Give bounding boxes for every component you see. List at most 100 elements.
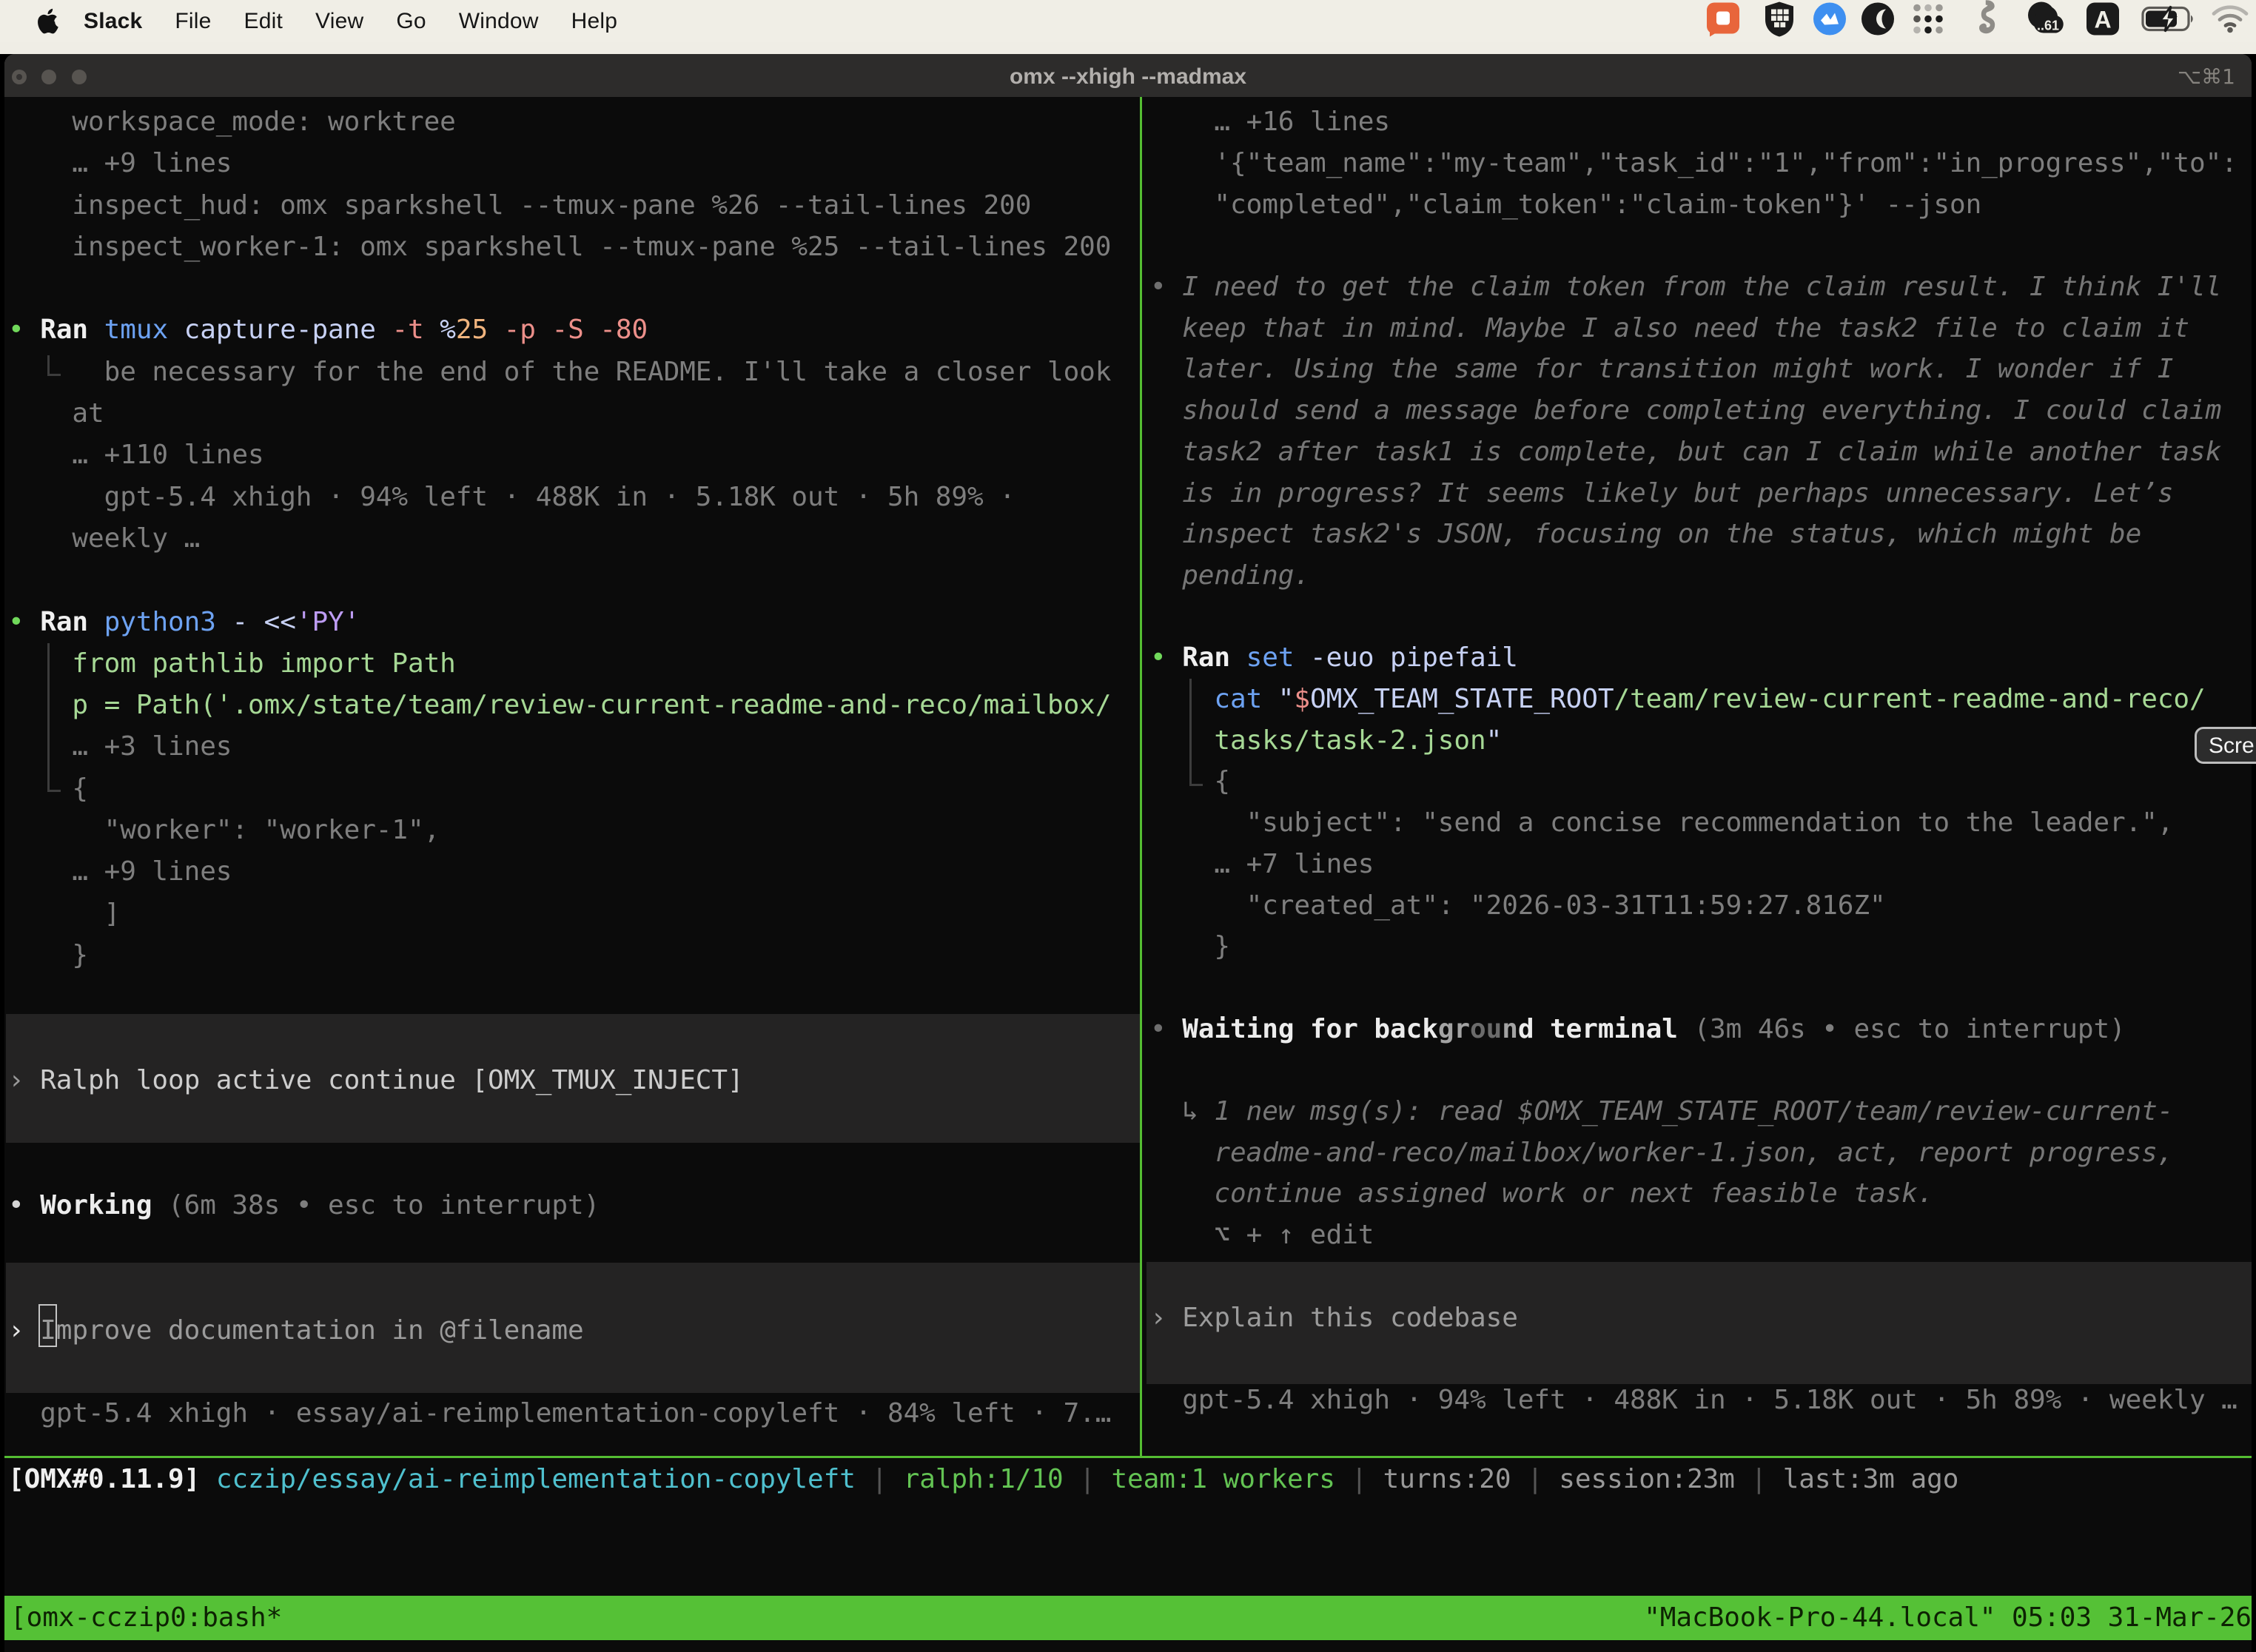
window-titlebar[interactable]: omx --xhigh --madmax ⌥⌘1 — [4, 54, 2252, 97]
terminal-text-segment: inspect task2's JSON, focusing on the st… — [1182, 519, 2141, 549]
indent-guide — [47, 643, 50, 792]
terminal-line: is in progress? It seems likely but perh… — [1182, 473, 2173, 514]
terminal-text-segment: " — [1262, 684, 1294, 714]
menu-items: Slack File Edit View Go Window Help — [84, 9, 617, 34]
terminal-line: { — [1214, 761, 1230, 802]
terminal-text-segment: … +3 lines — [72, 731, 232, 762]
terminal-text-segment: • — [1150, 272, 1166, 302]
screen-recording-indicator-icon[interactable] — [1704, 0, 1742, 42]
terminal-text-segment: -p — [488, 315, 536, 345]
svg-text:A: A — [2094, 7, 2111, 33]
terminal-text-segment: › — [8, 1315, 24, 1346]
terminal-text-segment: gpt-5.4 xhigh · 94% left · 488K in · 5.1… — [1182, 1385, 2237, 1415]
apple-menu-icon[interactable] — [37, 8, 59, 35]
terminal-text-segment: Improve documentation in @filename — [24, 1315, 584, 1346]
terminal-text-segment: • — [1150, 1014, 1166, 1044]
terminal-text-segment — [24, 607, 41, 637]
terminal-text-segment: readme-and-reco/mailbox/worker-1.json, a… — [1214, 1138, 2173, 1168]
terminal-text-segment — [88, 315, 104, 345]
terminal-text-segment: tasks/task-2.json — [1214, 725, 1485, 756]
wifi-icon[interactable] — [2210, 4, 2250, 38]
terminal-text-segment: be necessary for the end of the README. … — [104, 357, 1112, 387]
terminal-line: • Working (6m 38s • esc to interrupt) — [8, 1185, 600, 1226]
menu-item-slack[interactable]: Slack — [84, 9, 142, 34]
menu-item-view[interactable]: View — [315, 9, 363, 34]
tmux-pane-left[interactable]: workspace_mode: worktree… +9 linesinspec… — [4, 97, 1140, 1456]
terminal-text-segment: weekly … — [72, 523, 200, 554]
terminal-text-segment: … +7 lines — [1214, 849, 1374, 879]
terminal-line: … +16 lines — [1214, 101, 1390, 143]
terminal-text-segment: } — [72, 940, 88, 970]
terminal-line: "created_at": "2026-03-31T11:59:27.816Z" — [1246, 885, 1886, 927]
terminal-line: weekly … — [72, 518, 200, 560]
terminal-text-segment — [24, 1190, 41, 1220]
terminal-line: … +3 lines — [72, 726, 232, 768]
terminal-text-segment: '{"team_name":"my-team","task_id":"1","f… — [1214, 148, 2237, 178]
cloud-61-icon[interactable]: ..61 — [2022, 1, 2069, 41]
terminal-text-segment: "completed","claim_token":"claim-token"}… — [1214, 189, 1981, 220]
menu-item-go[interactable]: Go — [396, 9, 426, 34]
terminal-line: } — [72, 935, 88, 976]
terminal-line: • Ran tmux capture-pane -t %25 -p -S -80 — [8, 309, 648, 351]
terminal-line: "subject": "send a concise recommendatio… — [1246, 802, 2174, 844]
terminal-text-segment: later. Using the same for transition mig… — [1182, 354, 2173, 384]
dots-grid-icon[interactable] — [1910, 1, 1947, 41]
hud-segment: turns:20 — [1383, 1464, 1511, 1494]
menu-item-edit[interactable]: Edit — [244, 9, 283, 34]
dark-circle-icon[interactable] — [1859, 1, 1896, 41]
terminal-line: } — [1214, 926, 1230, 967]
terminal-line: continue assigned work or next feasible … — [1214, 1173, 1933, 1215]
terminal-text-segment: › — [1150, 1303, 1166, 1333]
terminal-text-segment: (3m 46s • esc to interrupt) — [1678, 1014, 2126, 1044]
hud-segment: [OMX#0.11.9] — [8, 1464, 200, 1494]
terminal-content[interactable]: workspace_mode: worktree… +9 linesinspec… — [4, 97, 2252, 1652]
desktop — [0, 42, 2256, 54]
terminal-line: readme-and-reco/mailbox/worker-1.json, a… — [1214, 1132, 2173, 1174]
terminal-text-segment: p = Path('.omx/state/team/review-current… — [72, 690, 1111, 720]
terminal-line: … +7 lines — [1214, 844, 1374, 885]
terminal-line: … +110 lines — [72, 434, 263, 476]
terminal-text-segment: keep that in mind. Maybe I also need the… — [1182, 313, 2189, 343]
terminal-text-segment: -t — [376, 315, 424, 345]
terminal-cursor — [38, 1304, 57, 1347]
terminal-text-segment: inspect_worker-1: omx sparkshell --tmux-… — [72, 232, 1111, 262]
terminal-text-segment: pending. — [1182, 560, 1310, 591]
terminal-text-segment: $ — [1294, 684, 1310, 714]
battery-charging-icon[interactable] — [2141, 5, 2198, 37]
terminal-text-segment: ou — [1470, 1014, 1502, 1044]
terminal-window[interactable]: omx --xhigh --madmax ⌥⌘1 workspace_mode:… — [4, 54, 2252, 1652]
terminal-text-segment: Explain this codebase — [1166, 1303, 1518, 1333]
screen-share-button[interactable]: Scre — [2195, 727, 2256, 764]
window-title: omx --xhigh --madmax — [4, 54, 2252, 97]
input-source-icon[interactable]: A — [2084, 1, 2121, 41]
terminal-text-segment: python3 — [104, 607, 216, 637]
terminal-line: gpt-5.4 xhigh · 94% left · 488K in · 5.1… — [104, 477, 1015, 518]
menu-item-file[interactable]: File — [175, 9, 211, 34]
terminal-line: should send a message before completing … — [1182, 390, 2221, 432]
svg-text:..61: ..61 — [2037, 19, 2059, 33]
hud-segment: last:3m ago — [1783, 1464, 1959, 1494]
seahorse-icon[interactable] — [1973, 0, 2000, 42]
menu-item-help[interactable]: Help — [571, 9, 618, 34]
terminal-text-segment: % — [424, 315, 456, 345]
hud-segment: ralph:1/10 — [904, 1464, 1064, 1494]
terminal-text-segment: "subject": "send a concise recommendatio… — [1246, 807, 2174, 838]
terminal-line: ↳ 1 new msg(s): read $OMX_TEAM_STATE_ROO… — [1182, 1091, 2173, 1132]
terminal-line: "worker": "worker-1", — [104, 810, 440, 851]
terminal-text-segment: from pathlib import Path — [72, 648, 455, 679]
menu-bar: Slack File Edit View Go Window Help ..61 A — [0, 0, 2256, 42]
terminal-line: later. Using the same for transition mig… — [1182, 349, 2173, 390]
terminal-line: gpt-5.4 xhigh · essay/ai-reimplementatio… — [40, 1393, 1111, 1434]
terminal-text-segment: " — [1486, 725, 1503, 756]
tmux-pane-right[interactable]: … +16 lines '{"team_name":"my-team","task… — [1142, 97, 2252, 1456]
terminal-line: ] — [104, 893, 121, 935]
terminal-text-segment: is in progress? It seems likely but perh… — [1182, 478, 2173, 508]
terminal-line: inspect task2's JSON, focusing on the st… — [1182, 514, 2141, 555]
shield-grid-icon[interactable] — [1762, 1, 1796, 41]
terminal-text-segment: } — [1214, 931, 1230, 961]
terminal-text-segment: continue assigned work or next feasible … — [1214, 1178, 1933, 1209]
hud-segment: session:23m — [1559, 1464, 1735, 1494]
menu-item-window[interactable]: Window — [459, 9, 539, 34]
blue-badge-icon[interactable] — [1811, 1, 1848, 41]
terminal-text-segment: Working — [40, 1190, 152, 1220]
